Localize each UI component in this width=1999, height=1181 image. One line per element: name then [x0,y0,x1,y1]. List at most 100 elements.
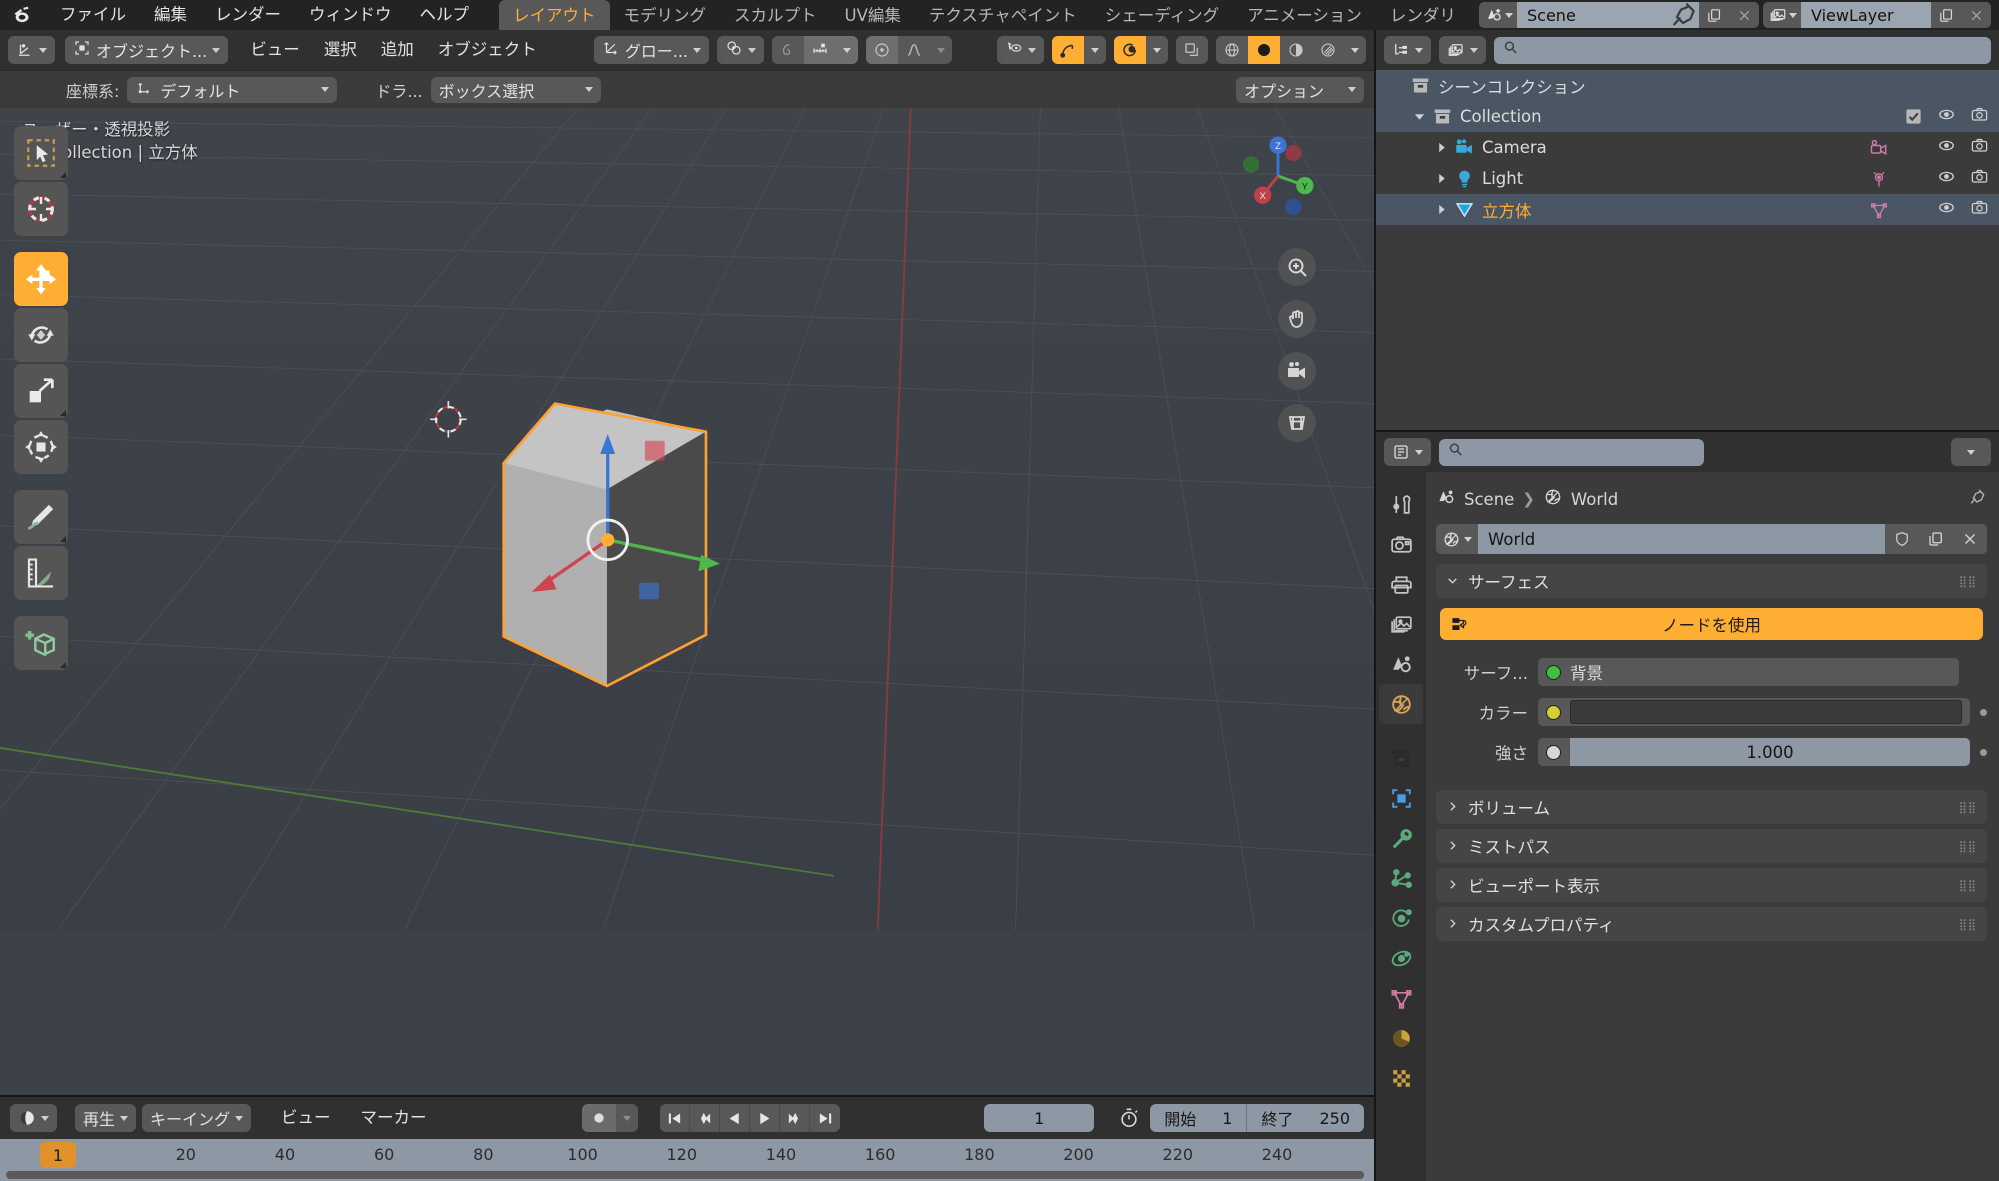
outliner-tree[interactable]: シーンコレクション Collection Camera Light 立方体 [1376,70,1999,430]
expand-triangle-icon[interactable] [1410,111,1428,122]
browse-world-button[interactable] [1436,524,1478,554]
shield-icon[interactable] [1885,524,1919,554]
overlays-icon[interactable] [1114,36,1146,64]
properties-tab-constraints-tab[interactable] [1379,938,1423,978]
new-world-button[interactable] [1919,524,1953,554]
tool-move[interactable] [14,252,68,306]
new-viewlayer-button[interactable] [1931,2,1961,28]
blender-logo-icon[interactable] [0,0,46,30]
overlays-dropdown[interactable] [1146,36,1168,64]
pin-icon[interactable] [1967,487,1987,511]
properties-tab-particles-tab[interactable] [1379,858,1423,898]
camera-render-icon[interactable] [1970,167,1989,190]
falloff-dropdown[interactable] [930,36,952,64]
animate-property-dot[interactable] [1980,708,1987,716]
wireframe-shading-icon[interactable] [1216,36,1248,64]
tool-scale[interactable] [14,364,68,418]
scene-icon[interactable] [1479,2,1517,28]
timeline-editor-icon[interactable] [10,1104,57,1132]
light-data-icon[interactable] [1869,169,1889,189]
frame-start-field[interactable]: 開始 1 [1150,1104,1248,1132]
falloff-smooth-icon[interactable] [898,36,930,64]
viewlayer-icon[interactable] [1763,2,1801,28]
new-scene-button[interactable] [1699,2,1729,28]
outliner-row[interactable]: Light [1376,163,1999,194]
outliner-search-input[interactable] [1494,36,1991,64]
editor-type-3dview-icon[interactable] [8,36,55,64]
breadcrumb-scene-label[interactable]: Scene [1464,490,1514,509]
tool-measure[interactable] [14,546,68,600]
snap-increment-icon[interactable] [804,36,837,64]
workspace-tab-sculpting[interactable]: スカルプト [720,0,831,30]
workspace-tab-rendering[interactable]: レンダリ [1376,0,1470,30]
surface-panel-header[interactable]: サーフェス ⣿⣿ [1436,564,1987,598]
workspace-tab-uvediting[interactable]: UV編集 [831,0,915,30]
workspace-tab-texturepaint[interactable]: テクスチャペイント [915,0,1091,30]
properties-tab-texture-tab[interactable] [1379,1058,1423,1098]
properties-panel-header[interactable]: ビューポート表示 ⣿⣿ [1436,868,1987,902]
collapse-triangle-icon[interactable] [1432,204,1450,215]
jump-to-start-icon[interactable] [660,1104,691,1132]
gizmo-dropdown[interactable] [1084,36,1106,64]
3d-viewport[interactable]: ユーザー・透視投影 (1) Collection | 立方体 Z Y X [0,108,1374,1095]
timeline-horizontal-scrollbar[interactable] [6,1171,1364,1179]
object-mode-selector[interactable]: オブジェクト... [65,36,229,64]
properties-panel-header[interactable]: ボリューム ⣿⣿ [1436,790,1987,824]
timeline-scrubbing-area[interactable]: 20 40 60 80 100 120 140 160 180 200 220 240 1 [0,1139,1374,1181]
camera-data-icon[interactable] [1869,138,1889,158]
snap-dropdown[interactable] [836,36,859,64]
viewport-menu-view[interactable]: ビュー [238,36,312,64]
properties-tab-tool-tab[interactable] [1379,484,1423,524]
menu-help[interactable]: ヘルプ [406,0,484,30]
camera-render-icon[interactable] [1970,198,1989,221]
mesh-data-icon[interactable] [1869,200,1889,220]
workspace-tab-shading[interactable]: シェーディング [1091,0,1233,30]
drag-action-select[interactable]: ボックス選択 [430,76,601,103]
proportional-edit-icon[interactable] [772,36,804,64]
xray-icon[interactable] [1176,36,1208,64]
material-preview-shading-icon[interactable] [1280,36,1312,64]
outliner-row[interactable]: Camera [1376,132,1999,163]
properties-tab-world-tab[interactable] [1379,684,1423,724]
properties-tab-column[interactable] [1376,472,1426,1181]
properties-panel-header[interactable]: ミストパス ⣿⣿ [1436,829,1987,863]
workspace-tab-modeling[interactable]: モデリング [610,0,721,30]
camera-render-icon[interactable] [1970,105,1989,128]
properties-tab-scene-tab[interactable] [1379,644,1423,684]
zoom-icon[interactable] [1278,248,1316,286]
collapse-triangle-icon[interactable] [1432,173,1450,184]
frame-end-field[interactable]: 終了 250 [1247,1104,1364,1132]
transform-orientation-selector[interactable]: グロー... [593,36,710,64]
solid-shading-icon[interactable] [1248,36,1280,64]
play-icon[interactable] [750,1104,781,1132]
viewport-menu-select[interactable]: 選択 [312,36,369,64]
outliner-row[interactable]: 立方体 [1376,194,1999,225]
object-visibility-button[interactable] [997,36,1044,64]
eye-icon[interactable] [1937,198,1956,221]
tool-cursor[interactable] [14,182,68,236]
rendered-shading-icon[interactable] [1312,36,1344,64]
current-frame-field[interactable]: 1 [984,1104,1095,1132]
properties-tab-material-tab[interactable] [1379,1018,1423,1058]
breadcrumb-world-label[interactable]: World [1571,490,1618,509]
prev-keyframe-icon[interactable] [690,1104,721,1132]
tool-transform[interactable] [14,420,68,474]
timeline-menu-view[interactable]: ビュー [269,1104,343,1132]
keying-popover[interactable]: キーイング [142,1104,252,1132]
auto-keying-dropdown[interactable] [616,1104,638,1132]
properties-tab-physics-tab[interactable] [1379,898,1423,938]
properties-tab-output-tab[interactable] [1379,564,1423,604]
tool-annotate[interactable] [14,490,68,544]
menu-render[interactable]: レンダー [201,0,295,30]
workspace-tab-animation[interactable]: アニメーション [1233,0,1376,30]
camera-view-icon[interactable] [1278,352,1316,390]
workspace-tab-layout[interactable]: レイアウト [499,0,610,30]
menu-window[interactable]: ウィンドウ [295,0,406,30]
orientation-select[interactable]: デフォルト [127,76,338,103]
surface-type-field[interactable]: 背景 [1538,658,1959,686]
proportional-toggle-icon[interactable] [866,36,899,64]
next-keyframe-icon[interactable] [780,1104,811,1132]
jump-to-end-icon[interactable] [810,1104,840,1132]
color-swatch[interactable] [1570,700,1962,724]
properties-tab-object-tab[interactable] [1379,778,1423,818]
